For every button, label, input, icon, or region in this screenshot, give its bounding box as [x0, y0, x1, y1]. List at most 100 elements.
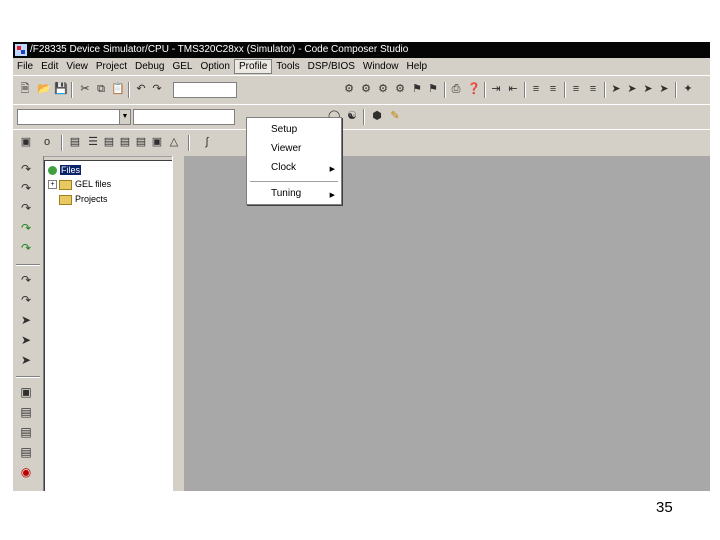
tree-item-label: GEL files	[75, 179, 112, 189]
code-composer-window: /F28335 Device Simulator/CPU - TMS320C28…	[13, 42, 710, 491]
print-icon[interactable]: ⎙	[450, 83, 462, 95]
gel-icon[interactable]: ∫	[201, 136, 213, 148]
step-out-icon[interactable]: ↷	[20, 202, 32, 214]
menu-window[interactable]: Window	[359, 58, 403, 75]
outdent-icon[interactable]: ⇤	[507, 83, 519, 95]
menu-option[interactable]: Option	[196, 58, 233, 75]
copy-icon[interactable]: ⧉	[95, 83, 107, 95]
menu-help[interactable]: Help	[402, 58, 431, 75]
watch-window-icon[interactable]: ▣	[20, 136, 32, 148]
wand-icon[interactable]: ✦	[682, 83, 694, 95]
expand-icon[interactable]: +	[48, 180, 57, 190]
debug-toolbar: ▣ о ▤ ☰ ▤ ▤ ▤ ▣ △ ∫	[13, 129, 710, 157]
toolbar-separator	[16, 376, 40, 378]
save-icon[interactable]: 💾	[54, 83, 68, 95]
run-icon[interactable]: ➤	[20, 314, 32, 326]
register-view-icon[interactable]: ▤	[20, 426, 32, 438]
menu-profile[interactable]: Profile	[233, 59, 273, 74]
profile-menu: Setup Viewer Clock ▶ Tuning ▶	[246, 117, 342, 205]
submenu-arrow-icon: ▶	[329, 192, 335, 199]
menu-debug[interactable]: Debug	[131, 58, 168, 75]
bookmark-next-icon[interactable]: ⚑	[427, 83, 439, 95]
run-to-cursor-icon[interactable]: ↷	[20, 222, 32, 234]
probe-remove-icon[interactable]: ➤	[658, 83, 670, 95]
memory-view-icon[interactable]: ▤	[20, 406, 32, 418]
stop-build-icon[interactable]: ⬢	[371, 110, 383, 122]
toolbar-separator	[188, 135, 190, 151]
menu-project[interactable]: Project	[92, 58, 131, 75]
paste-icon[interactable]: 📋	[111, 83, 125, 95]
chevron-down-icon[interactable]: ▼	[119, 110, 130, 124]
align-right-icon[interactable]: ≡	[587, 83, 599, 95]
search-combo[interactable]	[173, 82, 237, 98]
build-options-icon[interactable]: ✎	[389, 110, 401, 122]
set-pc-icon[interactable]: ↷	[20, 242, 32, 254]
toolbar-separator	[61, 135, 63, 151]
quick-watch-icon[interactable]: о	[41, 136, 53, 148]
toolbar-separator	[16, 264, 40, 266]
find-in-files-icon[interactable]: ⚙	[394, 83, 406, 95]
toolbar-separator	[604, 82, 606, 98]
find-icon[interactable]: ⚙	[343, 83, 355, 95]
undo-icon[interactable]: ↶	[135, 83, 147, 95]
step-over-icon[interactable]: ↷	[20, 182, 32, 194]
folder-icon	[59, 194, 72, 205]
call-stack-icon[interactable]: ▤	[119, 136, 131, 148]
halt-icon[interactable]: ➤	[20, 334, 32, 346]
open-folder-icon[interactable]: 📂	[37, 83, 51, 95]
disassembly-view-icon[interactable]: ▤	[20, 446, 32, 458]
menu-item-setup[interactable]: Setup	[271, 124, 297, 135]
title-bar[interactable]: /F28335 Device Simulator/CPU - TMS320C28…	[13, 42, 710, 58]
find-next-icon[interactable]: ⚙	[360, 83, 372, 95]
menu-view[interactable]: View	[62, 58, 92, 75]
animate-icon[interactable]: ➤	[20, 354, 32, 366]
toolbar-separator	[675, 82, 677, 98]
asm-step-into-icon[interactable]: ↷	[20, 274, 32, 286]
image-icon[interactable]: ▣	[151, 136, 163, 148]
help-pointer-icon[interactable]: ❓	[467, 83, 481, 95]
indent-icon[interactable]: ⇥	[490, 83, 502, 95]
menu-edit[interactable]: Edit	[37, 58, 62, 75]
disassembly-icon[interactable]: ▤	[103, 136, 115, 148]
record-icon[interactable]: ◉	[20, 466, 32, 478]
graph-icon[interactable]: ▤	[135, 136, 147, 148]
menu-tools[interactable]: Tools	[272, 58, 303, 75]
bookmark-icon[interactable]: ⚑	[411, 83, 423, 95]
project-combo[interactable]: ▼	[17, 109, 131, 125]
config-combo[interactable]	[133, 109, 235, 125]
comment-icon[interactable]: ≡	[530, 83, 542, 95]
memory-icon[interactable]: ▤	[69, 136, 81, 148]
redo-icon[interactable]: ↷	[151, 83, 163, 95]
breakpoint-toggle-icon[interactable]: ➤	[610, 83, 622, 95]
asm-step-over-icon[interactable]: ↷	[20, 294, 32, 306]
menu-dspbios[interactable]: DSP/BIOS	[304, 58, 359, 75]
menu-item-tuning[interactable]: Tuning	[271, 188, 301, 199]
menu-item-clock[interactable]: Clock	[271, 162, 296, 173]
menu-gel[interactable]: GEL	[168, 58, 196, 75]
watch-icon[interactable]: ▣	[20, 386, 32, 398]
uncomment-icon[interactable]: ≡	[547, 83, 559, 95]
toolbar-separator	[444, 82, 446, 98]
breakpoint-remove-icon[interactable]: ➤	[626, 83, 638, 95]
registers-icon[interactable]: ☰	[87, 136, 99, 148]
menu-file[interactable]: File	[13, 58, 37, 75]
tree-root-files[interactable]: Files	[48, 165, 82, 176]
project-view: Files + GEL files Projects	[44, 160, 173, 491]
cut-icon[interactable]: ✂	[79, 83, 91, 95]
menu-item-viewer[interactable]: Viewer	[271, 143, 301, 154]
probe-point-icon[interactable]: ➤	[642, 83, 654, 95]
new-file-icon[interactable]: 🗎	[19, 83, 31, 95]
toolbar-separator	[524, 82, 526, 98]
tree-item-projects[interactable]: Projects	[59, 194, 108, 205]
tree-root-label: Files	[60, 165, 82, 175]
build-icon[interactable]: ☯	[346, 110, 358, 122]
align-left-icon[interactable]: ≡	[570, 83, 582, 95]
toolbar-separator	[128, 82, 130, 98]
step-into-icon[interactable]: ↷	[20, 163, 32, 175]
find-prev-icon[interactable]: ⚙	[377, 83, 389, 95]
menu-bar: File Edit View Project Debug GEL Option Profile…	[13, 58, 710, 75]
toolbar-separator	[484, 82, 486, 98]
toolbar-separator	[363, 109, 365, 125]
tree-item-gel-files[interactable]: + GEL files	[48, 179, 111, 190]
symbol-browser-icon[interactable]: △	[168, 136, 180, 148]
